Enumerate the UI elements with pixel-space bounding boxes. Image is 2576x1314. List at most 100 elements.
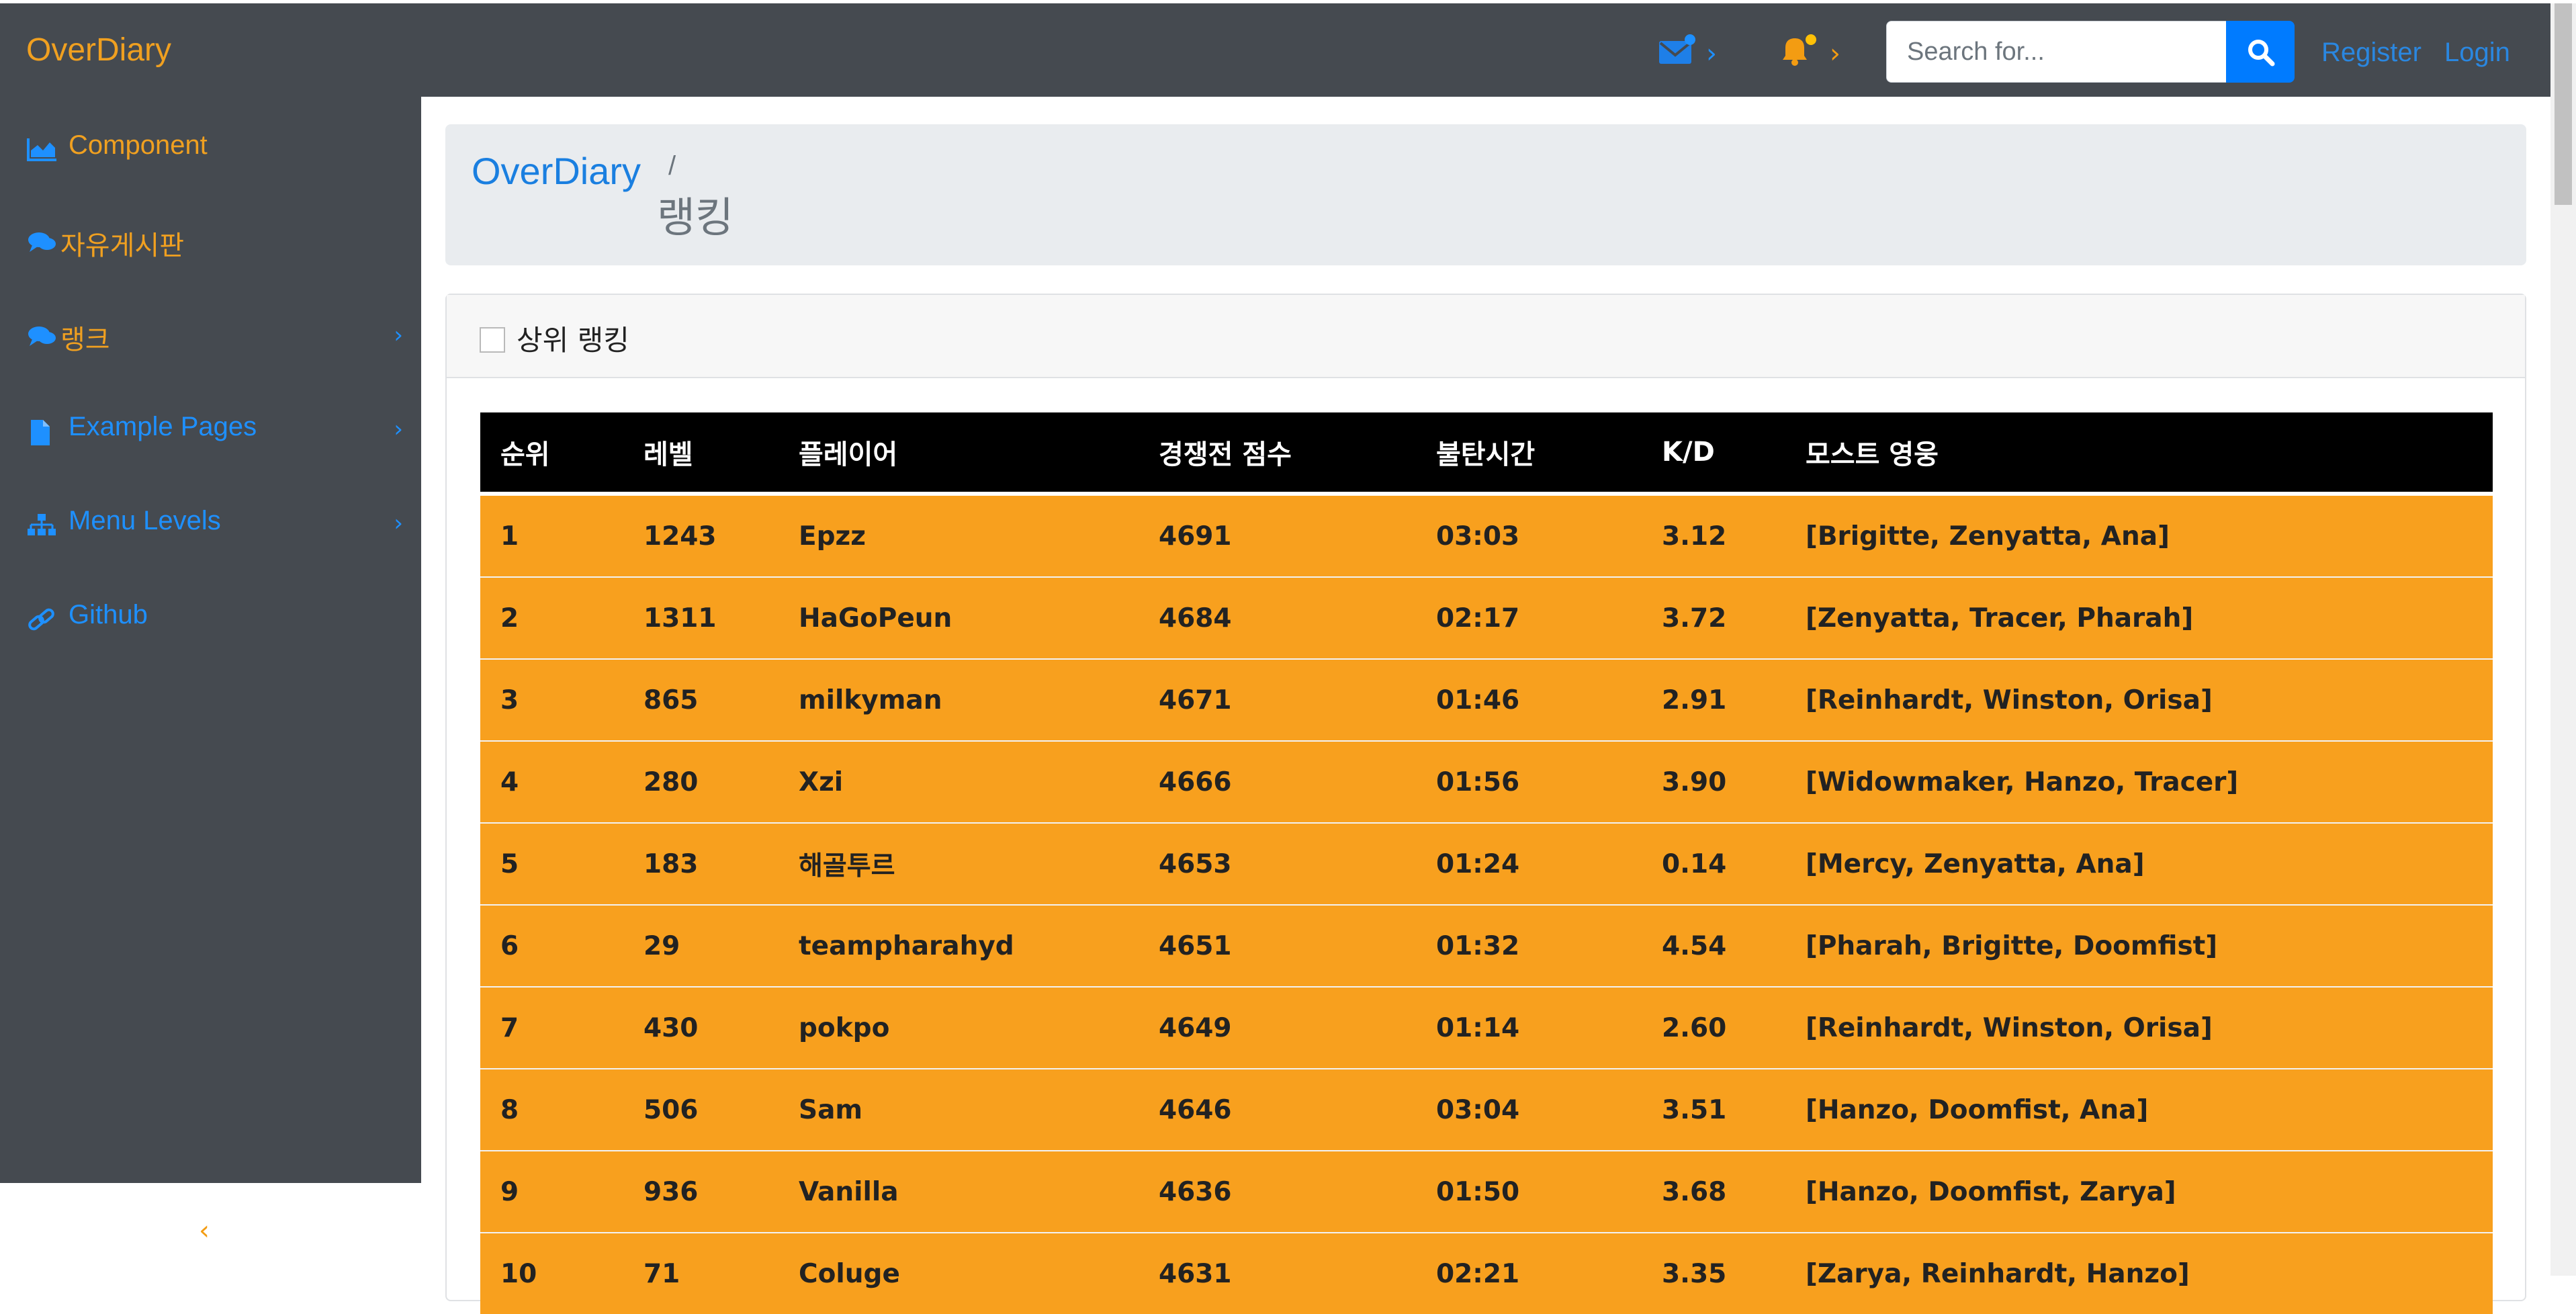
sidebar-item-menu-levels[interactable]: Menu Levels › [27, 503, 403, 543]
table-cell: 0.14 [1642, 822, 1785, 905]
table-cell: pokpo [779, 986, 1139, 1069]
sidebar: Component 자유게시판 랭크 › Example Pages › Men… [0, 97, 421, 1183]
table-cell: 4646 [1139, 1068, 1416, 1151]
chevron-right-icon: › [394, 510, 403, 537]
table-cell: Epzz [779, 493, 1139, 577]
table-cell: 4684 [1139, 576, 1416, 659]
column-header: 레벨 [623, 412, 779, 496]
table-cell: 4691 [1139, 493, 1416, 577]
table-cell: Sam [779, 1068, 1139, 1151]
table-cell: 3.90 [1642, 740, 1785, 823]
table-cell: [Reinhardt, Winston, Orisa] [1785, 658, 2493, 741]
table-cell: 4666 [1139, 740, 1416, 823]
table-cell: 3.72 [1642, 576, 1785, 659]
table-row: 10 71 Coluge 4631 02:21 3.35 [Zarya, Rei… [480, 1232, 2493, 1314]
table-cell: 4636 [1139, 1150, 1416, 1233]
table-cell: 3 [480, 658, 623, 741]
table-cell: 4653 [1139, 822, 1416, 905]
envelope-icon[interactable] [1658, 34, 1698, 69]
table-cell: 865 [623, 658, 779, 741]
column-header: 모스트 영웅 [1785, 412, 2493, 496]
table-cell: 4.54 [1642, 904, 1785, 987]
table-row: 8 506 Sam 4646 03:04 3.51 [Hanzo, Doomfi… [480, 1068, 2493, 1151]
scrollbar-thumb[interactable] [2555, 3, 2572, 205]
table-row: 3 865 milkyman 4671 01:46 2.91 [Reinhard… [480, 658, 2493, 741]
table-cell: 936 [623, 1150, 779, 1233]
chevron-right-icon: › [394, 322, 403, 349]
sidebar-item-component[interactable]: Component [27, 128, 403, 168]
table-cell: Xzi [779, 740, 1139, 823]
comments-icon [27, 324, 58, 351]
register-link[interactable]: Register [2321, 38, 2422, 68]
table-cell: 01:32 [1416, 904, 1642, 987]
messages-chevron-icon[interactable]: › [1706, 38, 1717, 69]
sidebar-item-example-pages[interactable]: Example Pages › [27, 409, 403, 449]
comments-icon [27, 230, 58, 257]
sidebar-item-github[interactable]: Github [27, 597, 403, 638]
table-cell: [Hanzo, Doomfist, Ana] [1785, 1068, 2493, 1151]
table-cell: 4671 [1139, 658, 1416, 741]
sidebar-item-label: Component [69, 130, 208, 160]
table-cell: 3.12 [1642, 493, 1785, 577]
table-row: 9 936 Vanilla 4636 01:50 3.68 [Hanzo, Do… [480, 1150, 2493, 1233]
column-header: 불탄시간 [1416, 412, 1642, 496]
sidebar-item-rank[interactable]: 랭크 › [27, 315, 403, 355]
sidebar-item-free-board[interactable]: 자유게시판 [27, 221, 403, 261]
table-cell: 03:03 [1416, 493, 1642, 577]
table-cell: 8 [480, 1068, 623, 1151]
table-header-row: 순위 레벨 플레이어 경쟁전 점수 불탄시간 K/D 모스트 영웅 [480, 412, 2493, 496]
table-cell: 02:21 [1416, 1232, 1642, 1314]
search-button[interactable] [2226, 21, 2295, 83]
table-cell: 9 [480, 1150, 623, 1233]
table-cell: 3.51 [1642, 1068, 1785, 1151]
table-cell: [Brigitte, Zenyatta, Ana] [1785, 493, 2493, 577]
table-row: 2 1311 HaGoPeun 4684 02:17 3.72 [Zenyatt… [480, 576, 2493, 659]
table-cell: 3.68 [1642, 1150, 1785, 1233]
table-cell: 1311 [623, 576, 779, 659]
top-navbar: OverDiary › › Register Login [0, 3, 2550, 97]
table-cell: 01:56 [1416, 740, 1642, 823]
table-cell: Vanilla [779, 1150, 1139, 1233]
sidebar-footer: ‹ [0, 1183, 421, 1276]
table-cell: 4631 [1139, 1232, 1416, 1314]
table-cell: Coluge [779, 1232, 1139, 1314]
breadcrumb-home-link[interactable]: OverDiary [472, 149, 641, 193]
table-cell: 1 [480, 493, 623, 577]
table-cell: 506 [623, 1068, 779, 1151]
table-cell: HaGoPeun [779, 576, 1139, 659]
sidebar-item-label: 자유게시판 [60, 231, 184, 261]
table-cell: 6 [480, 904, 623, 987]
sidebar-item-label: Menu Levels [69, 506, 221, 535]
sidebar-collapse-chevron-icon[interactable]: ‹ [199, 1215, 210, 1246]
table-cell: 4649 [1139, 986, 1416, 1069]
sidebar-item-label: 랭크 [60, 325, 110, 355]
table-cell: 5 [480, 822, 623, 905]
link-icon [27, 607, 56, 636]
table-cell: [Zenyatta, Tracer, Pharah] [1785, 576, 2493, 659]
bell-icon[interactable] [1779, 34, 1819, 71]
brand-link[interactable]: OverDiary [26, 32, 171, 69]
alerts-chevron-icon[interactable]: › [1830, 38, 1840, 69]
table-cell: 2 [480, 576, 623, 659]
table-cell: 10 [480, 1232, 623, 1314]
table-cell: 3.35 [1642, 1232, 1785, 1314]
table-cell: 01:24 [1416, 822, 1642, 905]
card-header: 상위 랭킹 [447, 295, 2525, 378]
page-scrollbar[interactable] [2550, 3, 2576, 1276]
column-header: 경쟁전 점수 [1139, 412, 1416, 496]
breadcrumb: OverDiary / 랭킹 [445, 124, 2526, 265]
login-link[interactable]: Login [2444, 38, 2510, 68]
file-icon [27, 419, 54, 449]
table-cell: 4 [480, 740, 623, 823]
table-cell: 02:17 [1416, 576, 1642, 659]
table-cell: 01:46 [1416, 658, 1642, 741]
table-cell: 29 [623, 904, 779, 987]
table-cell: 2.60 [1642, 986, 1785, 1069]
sidebar-item-label: Github [69, 600, 148, 629]
table-cell: 01:14 [1416, 986, 1642, 1069]
table-cell: 430 [623, 986, 779, 1069]
table-cell: 4651 [1139, 904, 1416, 987]
table-cell: 01:50 [1416, 1150, 1642, 1233]
table-cell: 해골투르 [779, 822, 1139, 905]
search-input[interactable] [1886, 21, 2226, 83]
